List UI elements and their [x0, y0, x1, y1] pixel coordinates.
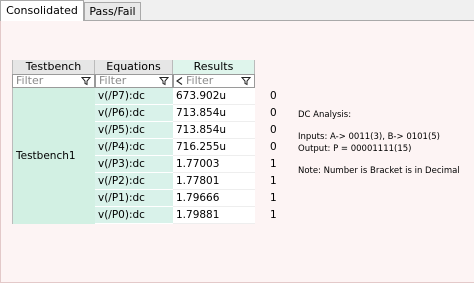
equation-cell[interactable]: v(/P2):dc [95, 173, 173, 190]
digital-value: 1 [270, 175, 277, 187]
result-cell[interactable]: 1.77003 [173, 156, 255, 173]
result-cell[interactable]: 1.79666 [173, 190, 255, 207]
equation-cell[interactable]: v(/P5):dc [95, 122, 173, 139]
result-cell[interactable]: 1.77801 [173, 173, 255, 190]
digital-value: 1 [270, 192, 277, 204]
result-cell[interactable]: 673.902u [173, 88, 255, 105]
digital-value: 0 [270, 141, 277, 153]
column-header-testbench[interactable]: Testbench [12, 60, 95, 74]
equations-filter-placeholder: Filter [99, 74, 127, 87]
digital-value: 0 [270, 124, 277, 136]
notes-line [298, 155, 460, 166]
dc-analysis-notes: DC Analysis: Inputs: A-> 0011(3), B-> 01… [298, 110, 460, 177]
equation-cell[interactable]: v(/P3):dc [95, 156, 173, 173]
notes-line [298, 121, 460, 132]
chevron-left-icon [176, 77, 183, 85]
panel-left-border [0, 21, 1, 283]
column-header-equations[interactable]: Equations [95, 60, 173, 74]
testbench-filter-placeholder: Filter [16, 74, 44, 87]
equations-filter-input[interactable]: Filter [95, 74, 173, 88]
digital-value: 1 [270, 209, 277, 221]
notes-line: Inputs: A-> 0011(3), B-> 0101(5) [298, 132, 440, 143]
funnel-icon[interactable] [159, 76, 169, 86]
results-filter-placeholder: Filter [186, 74, 214, 87]
results-filter-input[interactable]: Filter [173, 74, 255, 88]
notes-line: Output: P = 00001111(15) [298, 143, 412, 154]
notes-line: Note: Number is Bracket is in Decimal [298, 165, 460, 176]
result-cell[interactable]: 713.854u [173, 105, 255, 122]
funnel-icon[interactable] [241, 76, 251, 86]
tab-bar: Consolidated Pass/Fail [0, 0, 474, 21]
digital-value: 0 [270, 90, 277, 102]
tab-consolidated[interactable]: Consolidated [0, 0, 84, 21]
testbench-filter-input[interactable]: Filter [12, 74, 95, 88]
digital-value: 0 [270, 107, 277, 119]
testbench-cell[interactable]: Testbench1 [12, 88, 95, 224]
tab-pass-fail[interactable]: Pass/Fail [84, 2, 141, 20]
result-cell[interactable]: 1.79881 [173, 207, 255, 224]
equation-cell[interactable]: v(/P7):dc [95, 88, 173, 105]
result-cell[interactable]: 716.255u [173, 139, 255, 156]
results-panel: Testbench Equations Results Filter Filte… [0, 21, 474, 283]
equation-cell[interactable]: v(/P4):dc [95, 139, 173, 156]
notes-line: DC Analysis: [298, 110, 352, 120]
funnel-icon[interactable] [81, 76, 91, 86]
equation-cell[interactable]: v(/P0):dc [95, 207, 173, 224]
result-cell[interactable]: 713.854u [173, 122, 255, 139]
equation-cell[interactable]: v(/P1):dc [95, 190, 173, 207]
equation-cell[interactable]: v(/P6):dc [95, 105, 173, 122]
digital-value: 1 [270, 158, 277, 170]
column-header-results[interactable]: Results [173, 60, 255, 74]
